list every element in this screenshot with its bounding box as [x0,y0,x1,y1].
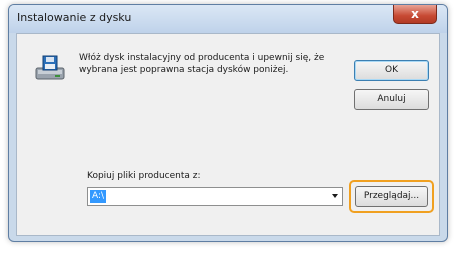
dialog-body: Włóż dysk instalacyjny od producenta i u… [16,33,440,236]
disk-drive-icon [35,55,65,80]
path-value[interactable]: A:\ [90,190,107,203]
ok-button[interactable]: OK [354,60,429,81]
browse-button[interactable]: Przeglądaj... [355,186,428,207]
cancel-button[interactable]: Anuluj [354,89,429,110]
window-title: Instalowanie z dysku [17,11,132,24]
chevron-down-icon[interactable] [332,194,338,198]
install-from-disk-dialog: Instalowanie z dysku x Włóż dysk instala… [8,4,448,242]
close-button[interactable]: x [393,5,437,24]
copy-from-label: Kopiuj pliki producenta z: [87,171,201,181]
title-bar[interactable]: Instalowanie z dysku x [9,5,447,33]
instruction-text: Włóż dysk instalacyjny od producenta i u… [79,53,325,75]
copy-from-combobox[interactable]: A:\ [87,187,343,206]
